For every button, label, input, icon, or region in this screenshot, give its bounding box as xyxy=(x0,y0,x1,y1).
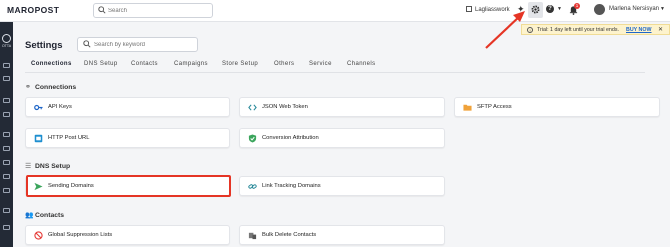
bulk-delete-icon xyxy=(248,232,257,240)
global-search[interactable] xyxy=(93,3,213,18)
search-icon xyxy=(98,6,106,14)
rail-reports-icon[interactable] xyxy=(3,174,10,179)
http-icon xyxy=(34,134,43,143)
top-bar: MAROPOST Lagliasswork ✦ ? ▼ 1 Marlena Ne… xyxy=(0,0,670,22)
card-conversion-attribution[interactable]: Conversion Attribution xyxy=(239,128,445,148)
card-label: HTTP Post URL xyxy=(48,135,90,141)
left-nav-rail: OTTA xyxy=(0,22,13,247)
tab-service[interactable]: Service xyxy=(309,59,332,73)
shield-check-icon xyxy=(248,134,257,143)
trial-banner: ! Trial: 1 day left until your trial end… xyxy=(521,24,670,35)
card-label: Global Suppression Lists xyxy=(48,232,113,238)
rail-campaigns-icon[interactable] xyxy=(3,132,10,137)
section-dns-heading: ☰ DNS Setup xyxy=(25,163,71,170)
gear-icon xyxy=(531,5,540,14)
avatar[interactable] xyxy=(594,4,605,15)
tab-dns-setup[interactable]: DNS Setup xyxy=(84,59,118,73)
card-bulk-delete-contacts[interactable]: Bulk Delete Contacts xyxy=(239,225,445,245)
list-icon: ☰ xyxy=(25,163,32,170)
brand-mark-label: OTTA xyxy=(2,44,12,48)
tab-store-setup[interactable]: Store Setup xyxy=(222,59,258,73)
user-chevron-down-icon[interactable]: ▼ xyxy=(660,6,665,12)
section-contacts-heading: 👥 Contacts xyxy=(25,212,65,219)
global-search-input[interactable] xyxy=(108,4,208,17)
settings-search[interactable] xyxy=(77,37,198,52)
notification-badge: 1 xyxy=(574,3,580,9)
tab-contacts[interactable]: Contacts xyxy=(131,59,158,73)
page-title: Settings xyxy=(25,40,63,51)
card-label: JSON Web Token xyxy=(262,104,308,110)
tab-others[interactable]: Others xyxy=(274,59,294,73)
user-name[interactable]: Marlena Nersisyan xyxy=(609,6,659,12)
app-logo[interactable]: MAROPOST xyxy=(7,5,59,15)
card-link-tracking-domains[interactable]: Link Tracking Domains xyxy=(239,176,445,196)
rail-content-icon[interactable] xyxy=(3,112,10,117)
tab-channels[interactable]: Channels xyxy=(347,59,376,73)
card-global-suppression-lists[interactable]: Global Suppression Lists xyxy=(25,225,230,245)
rail-journeys-icon[interactable] xyxy=(3,146,10,151)
settings-search-input[interactable] xyxy=(94,39,194,51)
card-api-keys[interactable]: API Keys xyxy=(25,97,230,117)
rail-analytics-icon[interactable] xyxy=(3,76,10,81)
card-label: API Keys xyxy=(48,104,72,110)
help-chevron-down-icon[interactable]: ▼ xyxy=(557,6,562,12)
settings-tabs: Connections DNS Setup Contacts Campaigns… xyxy=(25,59,645,73)
section-connections-heading: ⚭ Connections xyxy=(25,84,77,91)
card-sftp-access[interactable]: SFTP Access xyxy=(454,97,660,117)
block-icon xyxy=(34,231,43,240)
highlight-box xyxy=(26,175,231,197)
card-label: Bulk Delete Contacts xyxy=(262,232,317,238)
link-icon: ⚭ xyxy=(25,84,31,91)
rail-commerce-icon[interactable] xyxy=(3,160,10,165)
card-json-web-token[interactable]: JSON Web Token xyxy=(239,97,445,117)
people-icon: 👥 xyxy=(25,212,34,219)
tab-connections[interactable]: Connections xyxy=(31,59,72,73)
brand-mark-icon[interactable] xyxy=(2,34,11,43)
card-label: Conversion Attribution xyxy=(262,135,319,141)
search-icon xyxy=(83,40,91,48)
settings-button[interactable] xyxy=(528,2,543,18)
rail-contacts-icon[interactable] xyxy=(3,98,10,103)
buy-now-link[interactable]: BUY NOW xyxy=(626,27,652,33)
help-icon[interactable]: ? xyxy=(546,5,554,13)
rail-settings-icon[interactable] xyxy=(3,225,10,230)
trial-message: Trial: 1 day left until your trial ends. xyxy=(537,27,619,33)
close-icon[interactable]: ✕ xyxy=(658,26,663,33)
tabs-divider xyxy=(25,72,645,73)
card-http-post-url[interactable]: HTTP Post URL xyxy=(25,128,230,148)
key-icon xyxy=(34,104,43,111)
rail-ai-icon[interactable] xyxy=(3,208,10,213)
card-label: Link Tracking Domains xyxy=(262,183,321,189)
tab-campaigns[interactable]: Campaigns xyxy=(174,59,208,73)
code-icon xyxy=(248,104,257,111)
rail-support-icon[interactable] xyxy=(3,188,10,193)
folder-icon xyxy=(463,104,472,111)
annotation-arrow xyxy=(485,11,525,49)
building-icon xyxy=(466,6,472,12)
link-icon xyxy=(248,184,257,189)
rail-menu-icon[interactable] xyxy=(3,63,10,68)
card-label: SFTP Access xyxy=(477,104,512,110)
